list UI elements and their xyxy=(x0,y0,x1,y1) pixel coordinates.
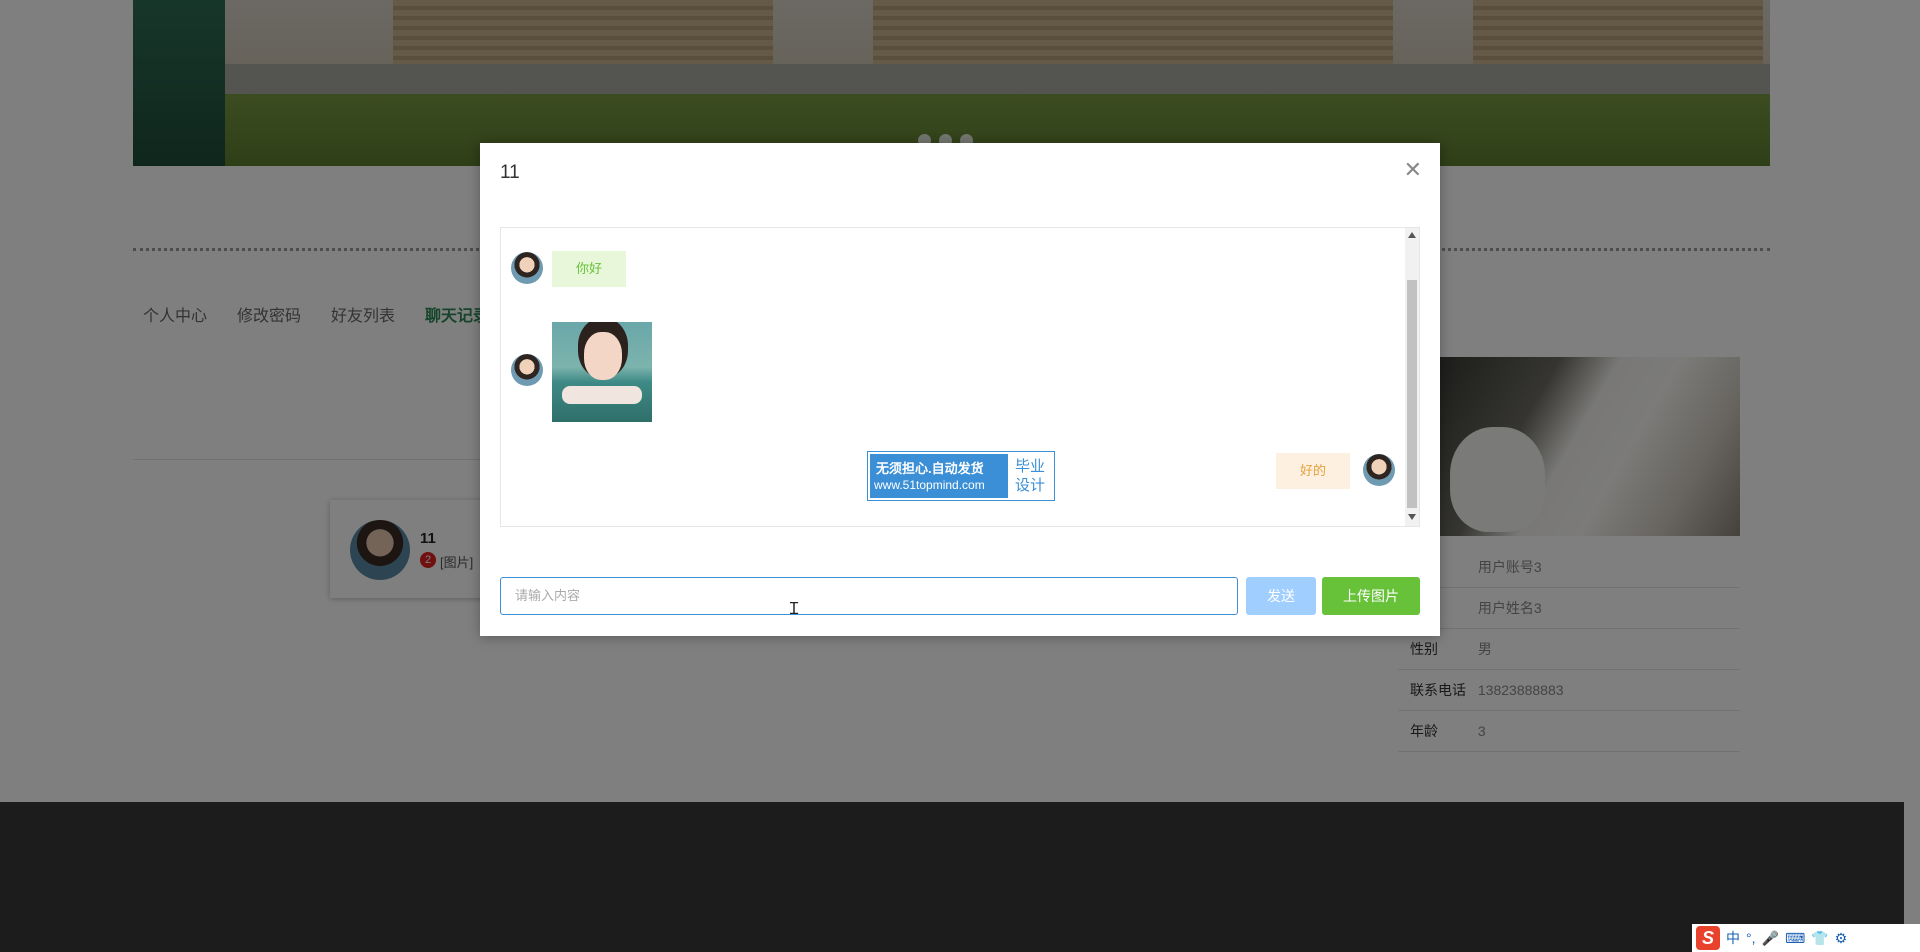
scroll-up-icon[interactable] xyxy=(1408,232,1416,238)
avatar xyxy=(511,252,543,284)
watermark-line1: 无须担心.自动发货 xyxy=(876,461,984,476)
watermark-box: 毕业 设计 xyxy=(1008,454,1052,498)
scroll-down-icon[interactable] xyxy=(1408,514,1416,520)
settings-icon[interactable]: ⚙ xyxy=(1835,930,1848,947)
dialog-title: 11 xyxy=(500,162,520,183)
watermark-line2: www.51topmind.com xyxy=(874,478,985,492)
keyboard-icon[interactable]: ⌨ xyxy=(1785,930,1805,947)
watermark-box-line1: 毕业 xyxy=(1014,458,1045,475)
send-button[interactable]: 发送 xyxy=(1246,577,1316,615)
scroll-thumb[interactable] xyxy=(1407,280,1417,508)
chat-scrollbar[interactable] xyxy=(1405,228,1419,526)
ime-punctuation[interactable]: °, xyxy=(1746,930,1756,946)
message-bubble-left: 你好 xyxy=(552,251,627,287)
text-cursor-icon: Ｉ xyxy=(786,601,803,618)
avatar xyxy=(511,354,543,386)
avatar xyxy=(1363,454,1395,486)
sogou-logo-icon[interactable]: S xyxy=(1696,926,1720,950)
upload-image-button[interactable]: 上传图片 xyxy=(1322,577,1420,615)
skin-icon[interactable]: 👕 xyxy=(1811,930,1828,947)
ime-toolbar[interactable]: S 中 °, 🎤 ⌨ 👕 ⚙ xyxy=(1692,924,1920,952)
message-bubble-right: 好的 xyxy=(1276,453,1351,489)
image-face xyxy=(584,332,622,380)
message-input[interactable]: 请输入内容 xyxy=(500,577,1238,615)
ime-language[interactable]: 中 xyxy=(1726,928,1740,948)
watermark-ad: 无须担心.自动发货 www.51topmind.com 毕业 设计 xyxy=(868,452,1054,500)
close-icon[interactable]: ✕ xyxy=(1404,159,1422,181)
image-arms xyxy=(562,386,642,404)
watermark-box-line2: 设计 xyxy=(1014,477,1045,494)
microphone-icon[interactable]: 🎤 xyxy=(1762,930,1779,947)
message-image[interactable] xyxy=(552,322,652,422)
chat-dialog: 11 ✕ 你好 好的 请输入内容 发送 上传图片 xyxy=(480,143,1440,636)
